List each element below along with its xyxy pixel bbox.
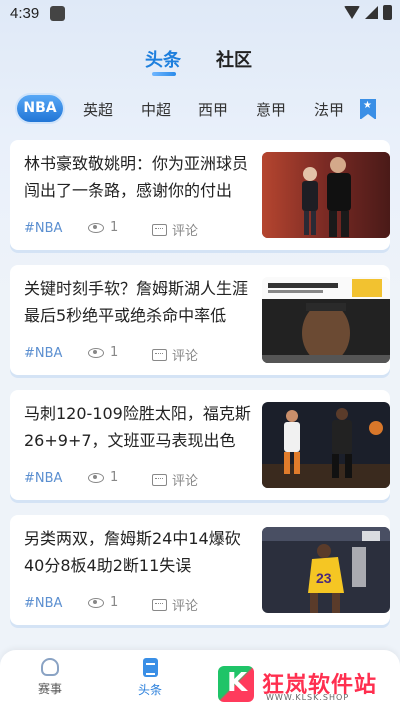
battery-icon [383,5,392,20]
article-card[interactable]: 关键时刻手软？詹姆斯湖人生涯最后5秒绝平或绝杀命中率低 #NBA 1 评论 [10,265,390,375]
signal-icon [365,6,378,19]
article-thumbnail: 23 [262,527,390,613]
article-title: 关键时刻手软？詹姆斯湖人生涯最后5秒绝平或绝杀命中率低 [24,279,249,325]
views-value: 1 [110,345,119,360]
comment-icon [152,473,167,486]
views-value: 1 [110,220,119,235]
nav-matches[interactable]: 赛事 [25,658,75,697]
views-count: 1 [88,470,118,485]
category-csl[interactable]: 中超 [141,99,171,120]
category-la-liga[interactable]: 西甲 [198,99,228,120]
comment-button[interactable]: 评论 [152,470,198,489]
app-notification-icon [50,6,65,21]
comment-button[interactable]: 评论 [152,595,198,614]
trophy-icon [41,658,59,676]
comment-label: 评论 [172,349,199,364]
article-card[interactable]: 马刺120-109险胜太阳，福克斯26+9+7，文班亚马表现出色 #NBA 1 … [10,390,390,500]
category-serie-a[interactable]: 意甲 [256,99,286,120]
category-premier-league[interactable]: 英超 [83,99,113,120]
views-value: 1 [110,595,119,610]
site-watermark: 狂岚软件站 WWW.KLSK.SHOP [218,664,388,704]
status-indicators [344,5,392,20]
svg-text:23: 23 [316,570,332,586]
news-icon [142,658,158,677]
eye-icon [88,472,104,483]
status-time: 4:39 [10,5,40,22]
nav-label: 赛事 [37,682,62,696]
views-value: 1 [110,470,119,485]
comment-label: 评论 [172,599,199,614]
eye-icon [88,597,104,608]
article-thumbnail [262,402,390,488]
nav-label: 头条 [137,683,162,697]
article-tag[interactable]: #NBA [24,471,62,486]
article-title: 林书豪致敬姚明：你为亚洲球员闯出了一条路，感谢你的付出 [24,154,249,200]
article-title: 马刺120-109险胜太阳，福克斯26+9+7，文班亚马表现出色 [24,404,251,450]
comment-icon [152,223,167,236]
comment-icon [152,598,167,611]
bookmark-star-icon[interactable]: ★ [360,99,376,120]
wifi-icon [344,6,360,19]
category-bar: NBA 英超 中超 西甲 意甲 法甲 ★ [0,92,400,128]
article-thumbnail [262,277,390,363]
article-meta: #NBA 1 评论 [24,220,264,240]
category-ligue-1[interactable]: 法甲 [314,99,344,120]
article-tag[interactable]: #NBA [24,596,62,611]
active-tab-indicator [152,72,176,76]
article-title: 另类两双，詹姆斯24中14爆砍40分8板4助2断11失误 [24,529,241,575]
tab-community[interactable]: 社区 [216,46,252,72]
comment-icon [152,348,167,361]
nav-headlines[interactable]: 头条 [125,658,175,698]
comment-label: 评论 [172,474,199,489]
status-bar: 4:39 [0,0,400,28]
watermark-url: WWW.KLSK.SHOP [266,693,350,702]
article-card[interactable]: 林书豪致敬姚明：你为亚洲球员闯出了一条路，感谢你的付出 #NBA 1 评论 [10,140,390,250]
top-tabs: 头条 社区 [0,46,400,78]
article-thumbnail [262,152,390,238]
article-meta: #NBA 1 评论 [24,345,264,365]
views-count: 1 [88,220,118,235]
category-nba[interactable]: NBA [17,95,63,122]
views-count: 1 [88,345,118,360]
comment-button[interactable]: 评论 [152,220,198,239]
views-count: 1 [88,595,118,610]
comment-button[interactable]: 评论 [152,345,198,364]
eye-icon [88,347,104,358]
article-tag[interactable]: #NBA [24,346,62,361]
watermark-logo [218,666,254,702]
article-meta: #NBA 1 评论 [24,595,264,615]
comment-label: 评论 [172,224,199,239]
tab-headlines[interactable]: 头条 [145,46,181,72]
eye-icon [88,222,104,233]
article-tag[interactable]: #NBA [24,221,62,236]
article-meta: #NBA 1 评论 [24,470,264,490]
article-card[interactable]: 另类两双，詹姆斯24中14爆砍40分8板4助2断11失误 #NBA 1 评论 2… [10,515,390,625]
